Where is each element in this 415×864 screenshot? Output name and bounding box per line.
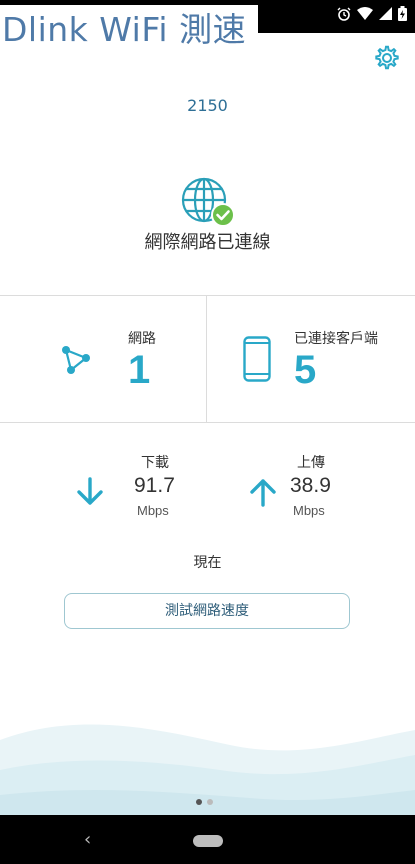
- device-name: 2150: [187, 96, 228, 115]
- arrow-down-icon: [77, 477, 103, 505]
- networks-value: 1: [128, 348, 151, 392]
- home-pill-icon[interactable]: [193, 835, 223, 847]
- clients-label: 已連接客戶端: [294, 331, 378, 347]
- back-icon[interactable]: ‹: [84, 829, 91, 850]
- upload-value: 38.9: [290, 474, 331, 497]
- download-label: 下載: [141, 455, 169, 471]
- signal-icon: [379, 7, 392, 20]
- settings-button[interactable]: [373, 44, 401, 72]
- page-dot-active: [196, 799, 202, 805]
- network-nodes-icon: [62, 346, 90, 374]
- stats-panel: 網路 1 已連接客戶端 5: [0, 295, 415, 423]
- overlay-title: Dlink WiFi 測速: [0, 5, 258, 55]
- clients-value: 5: [294, 348, 317, 392]
- networks-label: 網路: [128, 331, 156, 347]
- globe-icon: [181, 177, 235, 227]
- alarm-icon: [337, 7, 351, 21]
- arrow-up-icon: [250, 479, 276, 507]
- phone-icon: [243, 336, 271, 382]
- page-dot: [207, 799, 213, 805]
- background-waves: [0, 724, 415, 815]
- connection-status: 網際網路已連線: [144, 232, 271, 253]
- clients-card[interactable]: 已連接客戶端 5: [207, 296, 415, 423]
- check-badge-icon: [211, 203, 235, 227]
- system-nav-bar: ‹: [0, 815, 415, 864]
- wifi-icon: [357, 7, 373, 20]
- page-indicator: [196, 799, 213, 805]
- battery-icon: [398, 6, 407, 21]
- download-value: 91.7: [134, 474, 175, 497]
- gear-icon: [375, 45, 399, 70]
- test-speed-button[interactable]: 測試網路速度: [64, 593, 350, 629]
- status-icons: [337, 6, 407, 21]
- upload-label: 上傳: [297, 455, 325, 471]
- upload-unit: Mbps: [293, 503, 325, 518]
- download-unit: Mbps: [137, 503, 169, 518]
- networks-card[interactable]: 網路 1: [0, 296, 206, 423]
- measurement-time: 現在: [193, 555, 222, 571]
